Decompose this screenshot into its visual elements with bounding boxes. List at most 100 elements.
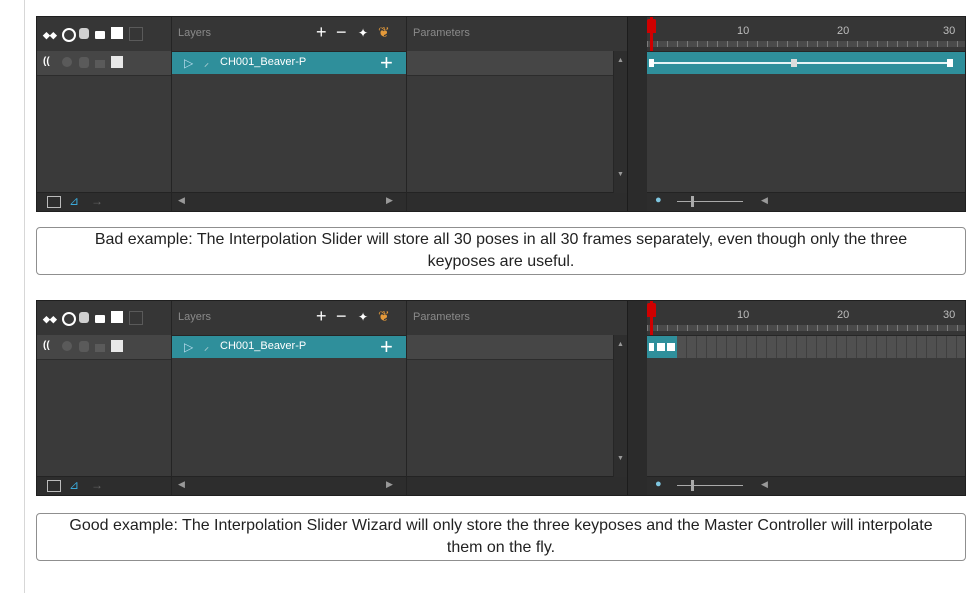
playhead-handle[interactable] xyxy=(647,303,656,317)
zoom-slider-icon[interactable] xyxy=(677,201,743,202)
animate-layer-icon[interactable]: (( xyxy=(43,56,50,67)
remove-layer-icon[interactable]: − xyxy=(336,306,347,327)
animate-mode-icon[interactable]: ◆◆ xyxy=(43,314,57,325)
layer-enable-icon[interactable] xyxy=(62,341,72,351)
create-layer-icon[interactable]: ❦ xyxy=(378,308,390,325)
arrow-right-icon[interactable]: → xyxy=(91,194,103,208)
add-layer-icon[interactable]: + xyxy=(316,306,327,327)
layer-properties-column: ◆◆ (( ⊿ → xyxy=(37,301,172,495)
add-layer-icon[interactable]: + xyxy=(316,22,327,43)
ruler-ticks xyxy=(647,325,965,331)
keyframe[interactable] xyxy=(791,59,797,67)
scroll-right-icon[interactable]: ▶ xyxy=(386,195,393,206)
layer-row-selected[interactable]: ▷ ⸝ CH001_Beaver-P + xyxy=(172,50,406,76)
color-swatch-icon[interactable] xyxy=(111,311,123,323)
ruler-ticks xyxy=(647,41,965,47)
layer-row-selected[interactable]: ▷ ⸝ CH001_Beaver-P + xyxy=(172,334,406,360)
timeline-panel-good: ◆◆ (( ⊿ → Layers + − ✦ ❦ ▷ ⸝ CH001_Beave… xyxy=(36,300,966,496)
transform-tool-icon[interactable]: ⊿ xyxy=(69,194,79,208)
zoom-slider-handle[interactable] xyxy=(691,196,694,207)
animate-layer-icon[interactable]: (( xyxy=(43,340,50,351)
expand-triangle-icon[interactable]: ▷ xyxy=(184,340,193,354)
arrow-right-icon[interactable]: → xyxy=(91,478,103,492)
keyframe[interactable] xyxy=(667,343,675,351)
timeline-footer: ● ◀ xyxy=(647,192,965,211)
layer-enable-icon[interactable] xyxy=(62,57,72,67)
scroll-down-icon[interactable]: ▼ xyxy=(617,171,624,178)
layers-header-label: Layers xyxy=(178,27,212,39)
tick-label: 10 xyxy=(737,309,750,321)
scroll-left-icon[interactable]: ◀ xyxy=(178,479,185,490)
parameters-row xyxy=(407,335,613,360)
layer-name[interactable]: CH001_Beaver-P xyxy=(220,340,306,352)
caption-bad-text: Bad example: The Interpolation Slider wi… xyxy=(94,231,908,270)
database-icon[interactable] xyxy=(79,28,89,39)
thumbnail-icon[interactable] xyxy=(129,311,143,325)
scroll-left-icon[interactable]: ◀ xyxy=(761,479,768,490)
zoom-slider-icon[interactable] xyxy=(677,485,743,486)
add-peg-icon[interactable]: ✦ xyxy=(358,26,368,40)
add-child-icon[interactable]: + xyxy=(380,334,393,360)
timeline-footer: ● ◀ xyxy=(647,476,965,495)
keyframe[interactable] xyxy=(649,59,654,67)
enable-icon[interactable] xyxy=(62,312,76,326)
layer-properties-row: (( xyxy=(37,51,171,76)
vertical-scrollbar[interactable]: ▲ ▼ xyxy=(613,51,628,193)
layer-lock-icon[interactable] xyxy=(95,344,105,352)
layers-hscroll[interactable]: ◀ ▶ xyxy=(172,192,406,211)
add-child-icon[interactable]: + xyxy=(380,50,393,76)
scroll-up-icon[interactable]: ▲ xyxy=(617,341,624,348)
tick-label: 30 xyxy=(943,309,956,321)
remove-layer-icon[interactable]: − xyxy=(336,22,347,43)
caption-good-example: Good example: The Interpolation Slider W… xyxy=(36,513,966,561)
layer-database-icon[interactable] xyxy=(79,341,89,352)
thumbnail-icon[interactable] xyxy=(129,27,143,41)
caption-bad-example: Bad example: The Interpolation Slider wi… xyxy=(36,227,966,275)
add-peg-icon[interactable]: ✦ xyxy=(358,310,368,324)
vertical-scrollbar[interactable]: ▲ ▼ xyxy=(613,335,628,477)
zoom-icon[interactable]: ● xyxy=(655,478,662,490)
lock-icon[interactable] xyxy=(95,315,105,323)
keyframe[interactable] xyxy=(947,59,953,67)
timeline-panel-bad: ◆◆ (( ⊿ → Layers + − ✦ ❦ ▷ ⸝ CH001_Beave… xyxy=(36,16,966,212)
scroll-down-icon[interactable]: ▼ xyxy=(617,455,624,462)
layer-database-icon[interactable] xyxy=(79,57,89,68)
parameters-column: Parameters xyxy=(407,301,627,495)
tick-label: 30 xyxy=(943,25,956,37)
keyframe[interactable] xyxy=(657,343,665,351)
scroll-right-icon[interactable]: ▶ xyxy=(386,479,393,490)
layer-lock-icon[interactable] xyxy=(95,60,105,68)
camera-icon[interactable] xyxy=(47,480,61,492)
layer-name[interactable]: CH001_Beaver-P xyxy=(220,56,306,68)
properties-header: ◆◆ xyxy=(37,301,171,336)
keyframe[interactable] xyxy=(649,343,654,351)
expand-triangle-icon[interactable]: ▷ xyxy=(184,56,193,70)
database-icon[interactable] xyxy=(79,312,89,323)
playhead-handle[interactable] xyxy=(647,19,656,33)
scroll-up-icon[interactable]: ▲ xyxy=(617,57,624,64)
properties-footer: ⊿ → xyxy=(37,476,171,495)
camera-icon[interactable] xyxy=(47,196,61,208)
panel-splitter[interactable] xyxy=(627,301,649,495)
scroll-left-icon[interactable]: ◀ xyxy=(178,195,185,206)
layer-color-swatch-icon[interactable] xyxy=(111,56,123,68)
layer-color-swatch-icon[interactable] xyxy=(111,340,123,352)
layers-header-label: Layers xyxy=(178,311,212,323)
zoom-icon[interactable]: ● xyxy=(655,194,662,206)
scroll-left-icon[interactable]: ◀ xyxy=(761,195,768,206)
enable-icon[interactable] xyxy=(62,28,76,42)
create-layer-icon[interactable]: ❦ xyxy=(378,24,390,41)
zoom-slider-handle[interactable] xyxy=(691,480,694,491)
transform-tool-icon[interactable]: ⊿ xyxy=(69,478,79,492)
layers-hscroll[interactable]: ◀ ▶ xyxy=(172,476,406,495)
layers-column: Layers + − ✦ ❦ ▷ ⸝ CH001_Beaver-P + ◀ ▶ xyxy=(172,17,407,211)
properties-header: ◆◆ xyxy=(37,17,171,52)
animate-mode-icon[interactable]: ◆◆ xyxy=(43,30,57,41)
timeline-ruler[interactable]: 10 20 30 xyxy=(647,301,965,336)
timeline-ruler[interactable]: 10 20 30 xyxy=(647,17,965,52)
lock-icon[interactable] xyxy=(95,31,105,39)
frame-cells[interactable] xyxy=(647,336,965,358)
color-swatch-icon[interactable] xyxy=(111,27,123,39)
panel-splitter[interactable] xyxy=(627,17,649,211)
drawing-layer-icon: ⸝ xyxy=(204,342,209,353)
